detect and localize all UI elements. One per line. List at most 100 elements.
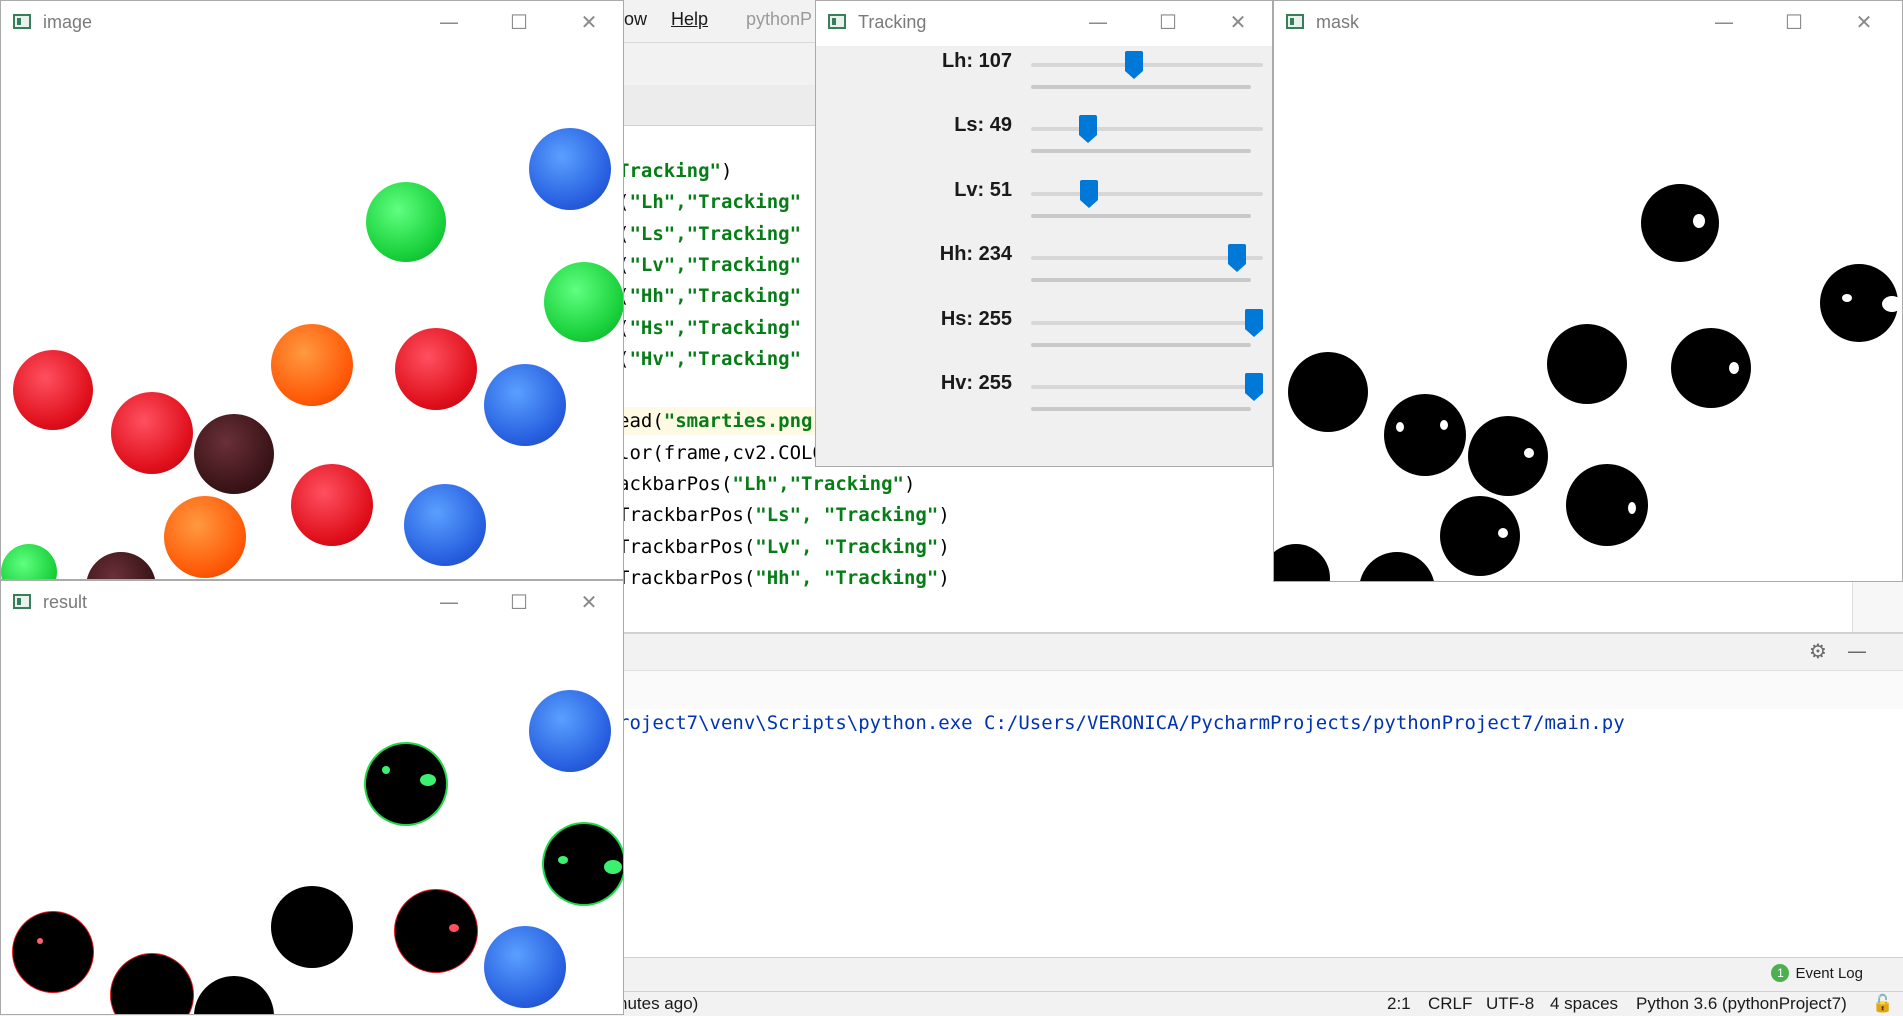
code-text: TrackbarPos( <box>618 504 756 527</box>
code-line[interactable]: ackbarPos("Lh","Tracking") <box>618 470 915 498</box>
trackbar-hv: Hv: 255 <box>816 370 1272 434</box>
minimize-icon[interactable]: — <box>1704 7 1744 37</box>
trackbar-hs: Hs: 255 <box>816 306 1272 370</box>
mask-blob <box>1359 552 1435 581</box>
ball-red <box>395 328 477 410</box>
slider-track[interactable] <box>1031 191 1263 196</box>
status-message: nutes ago) <box>618 994 699 1013</box>
ball-masked <box>395 890 477 972</box>
result-canvas <box>1 626 623 1014</box>
code-line[interactable]: ("Hh","Tracking" <box>618 282 801 310</box>
code-string: "Lh","Tracking" <box>732 473 904 495</box>
code-line[interactable]: TrackbarPos("Hh", "Tracking") <box>618 564 950 592</box>
slider-groove <box>1031 407 1251 411</box>
slider-thumb[interactable] <box>1125 51 1144 79</box>
trackbar-label: Hh: 234 <box>939 243 1012 266</box>
code-string: Tracking" <box>618 160 721 182</box>
status-indent[interactable]: 4 spaces <box>1550 994 1618 1014</box>
slider-thumb[interactable] <box>1078 115 1097 144</box>
code-string: "Lv", "Tracking" <box>755 535 939 558</box>
code-line[interactable]: ("Hs","Tracking" <box>618 314 801 342</box>
maximize-icon[interactable]: ☐ <box>499 7 539 37</box>
code-line[interactable]: Tracking") <box>618 157 732 185</box>
ball-blue <box>529 690 611 772</box>
window-titlebar[interactable]: mask — ☐ ✕ <box>1274 1 1902 45</box>
code-text: ) <box>720 160 733 182</box>
code-line[interactable]: ("Hv","Tracking" <box>618 345 801 373</box>
slider-thumb[interactable] <box>1228 244 1247 273</box>
mask-blob <box>1440 496 1520 576</box>
mask-window[interactable]: mask — ☐ ✕ <box>1273 0 1903 582</box>
code-string: "smarties.png <box>663 410 813 433</box>
lock-icon[interactable]: 🔓 <box>1872 994 1893 1014</box>
event-log-label: Event Log <box>1795 964 1863 982</box>
maximize-icon[interactable]: ☐ <box>499 587 539 617</box>
close-icon[interactable]: ✕ <box>569 587 609 617</box>
trackbar-label: Ls: 49 <box>954 114 1012 137</box>
result-window[interactable]: result — ☐ ✕ <box>0 580 624 1015</box>
code-line[interactable]: ead("smarties.png <box>618 407 812 435</box>
image-window[interactable]: image — ☐ ✕ <box>0 0 624 580</box>
slider-groove <box>1031 278 1251 283</box>
slider-thumb[interactable] <box>1245 308 1263 337</box>
mask-canvas <box>1274 46 1902 581</box>
code-text: ) <box>938 566 950 589</box>
status-caret-position[interactable]: 2:1 <box>1387 994 1411 1014</box>
ball-masked <box>271 886 353 968</box>
code-text: ) <box>938 504 950 527</box>
code-line[interactable]: ("Ls","Tracking" <box>618 220 801 248</box>
window-title: Tracking <box>858 12 927 32</box>
minimize-icon[interactable]: — <box>429 587 469 617</box>
maximize-icon[interactable]: ☐ <box>1148 7 1188 37</box>
event-log-button[interactable]: 1 Event Log <box>1771 964 1863 982</box>
minimize-panel-icon[interactable]: — <box>1847 641 1867 661</box>
tracking-window[interactable]: Tracking — ☐ ✕ Lh: 107 Ls: 49 Lv: 51 Hh: 23… <box>815 0 1273 467</box>
code-string: "Lv","Tracking" <box>629 253 802 276</box>
window-titlebar[interactable]: image — ☐ ✕ <box>1 1 623 45</box>
code-text: TrackbarPos( <box>618 535 756 558</box>
menu-window[interactable]: low <box>620 9 647 30</box>
slider-track[interactable] <box>1031 320 1263 325</box>
code-line[interactable]: ("Lh","Tracking" <box>618 188 801 216</box>
trackbar-label: Lh: 107 <box>941 50 1012 72</box>
mask-blob <box>1820 264 1902 342</box>
minimize-icon[interactable]: — <box>1078 7 1118 37</box>
close-icon[interactable]: ✕ <box>569 7 609 37</box>
code-text: ead( <box>618 410 664 433</box>
ball-orange <box>271 324 353 406</box>
maximize-icon[interactable]: ☐ <box>1774 7 1814 37</box>
code-text: TrackbarPos( <box>618 566 756 589</box>
gear-icon[interactable]: ⚙ <box>1808 641 1828 661</box>
slider-track[interactable] <box>1031 385 1263 389</box>
app-icon <box>13 14 31 29</box>
code-string: "Ls", "Tracking" <box>755 504 939 527</box>
code-text: ) <box>903 473 916 495</box>
code-line[interactable]: TrackbarPos("Ls", "Tracking") <box>618 501 950 529</box>
code-line[interactable]: ("Lv","Tracking" <box>618 251 801 279</box>
window-title: image <box>43 12 93 32</box>
app-icon <box>1286 14 1304 29</box>
window-titlebar[interactable]: Tracking — ☐ ✕ <box>816 1 1272 45</box>
code-line[interactable]: TrackbarPos("Lv", "Tracking") <box>618 533 950 561</box>
ball-masked <box>13 912 93 992</box>
slider-track[interactable] <box>1031 63 1263 67</box>
mask-blob <box>1641 184 1719 262</box>
code-string: "Hh", "Tracking" <box>755 566 939 589</box>
close-icon[interactable]: ✕ <box>1844 7 1884 37</box>
close-icon[interactable]: ✕ <box>1218 7 1258 37</box>
minimize-icon[interactable]: — <box>429 7 469 37</box>
status-interpreter[interactable]: Python 3.6 (pythonProject7) <box>1636 994 1847 1014</box>
mask-blob <box>1547 324 1627 404</box>
ball-green <box>544 262 623 342</box>
mask-blob <box>1288 352 1368 432</box>
status-line-separator[interactable]: CRLF <box>1428 994 1472 1014</box>
slider-thumb[interactable] <box>1080 179 1099 208</box>
window-titlebar[interactable]: result — ☐ ✕ <box>1 581 623 625</box>
slider-track[interactable] <box>1031 127 1263 132</box>
trackbar-lv: Lv: 51 <box>816 177 1272 241</box>
menu-help[interactable]: Help <box>671 9 708 30</box>
code-string: "Hs","Tracking" <box>629 316 802 339</box>
slider-thumb[interactable] <box>1245 373 1263 401</box>
ball-green <box>1 544 57 579</box>
status-encoding[interactable]: UTF-8 <box>1486 994 1534 1014</box>
